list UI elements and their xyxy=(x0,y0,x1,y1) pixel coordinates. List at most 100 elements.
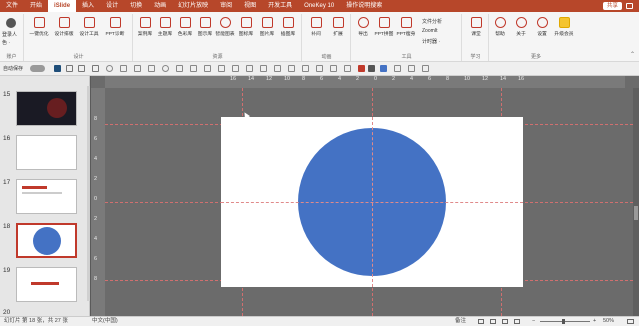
group-label: 设计 xyxy=(73,54,84,60)
autosave-toggle[interactable] xyxy=(30,65,45,72)
tab-home[interactable]: 开始 xyxy=(24,0,48,12)
horizontal-ruler[interactable]: 16 14 12 10 8 6 4 2 0 2 4 6 8 10 12 14 1… xyxy=(105,76,625,88)
slide-sorter-icon[interactable] xyxy=(490,319,496,324)
slideshow-view-icon[interactable] xyxy=(514,319,520,324)
account-label[interactable]: 登录人 xyxy=(2,31,17,38)
tab-file[interactable]: 文件 xyxy=(0,0,24,12)
redo-icon[interactable] xyxy=(78,65,85,72)
ungroup-icon[interactable] xyxy=(148,65,155,72)
settings-button[interactable]: 设置 xyxy=(532,17,552,37)
align-top-icon[interactable] xyxy=(302,65,309,72)
shape-union-icon[interactable] xyxy=(162,65,169,72)
align-icon[interactable] xyxy=(106,65,113,72)
normal-view-icon[interactable] xyxy=(478,319,484,324)
about-button[interactable]: 关于 xyxy=(511,17,531,37)
vertical-ruler[interactable]: 8 6 4 2 0 2 4 6 8 xyxy=(91,88,105,316)
ppt-puzzle-button[interactable]: PPT拼图 xyxy=(374,17,394,37)
undo-icon[interactable] xyxy=(66,65,73,72)
notes-button[interactable]: 备注 xyxy=(455,317,466,326)
send-backward-icon[interactable] xyxy=(246,65,253,72)
design-layout-button[interactable]: 设计排版 xyxy=(54,17,74,37)
thumbnail-scrollbar[interactable] xyxy=(87,86,90,301)
ppt-slim-button[interactable]: PPT瘦身 xyxy=(396,17,416,37)
diagram-library-button[interactable]: 图示库 xyxy=(195,17,215,37)
group-learn: 课堂 学习 xyxy=(463,14,489,61)
scroll-thumb[interactable] xyxy=(634,206,638,220)
tween-button[interactable]: 补间 xyxy=(306,17,326,37)
extend-button[interactable]: 扩展 xyxy=(328,17,348,37)
align-left-icon[interactable] xyxy=(260,65,267,72)
align-bottom-icon[interactable] xyxy=(330,65,337,72)
slide-thumbnail-16[interactable] xyxy=(16,135,77,170)
zoomit-button[interactable]: ZoomIt xyxy=(422,28,438,34)
color-library-button[interactable]: 色彩库 xyxy=(175,17,195,37)
theme-library-button[interactable]: 主题库 xyxy=(155,17,175,37)
shape-subtract-icon[interactable] xyxy=(218,65,225,72)
reading-view-icon[interactable] xyxy=(502,319,508,324)
help-button[interactable]: 帮助 xyxy=(490,17,510,37)
zoom-slider-handle[interactable] xyxy=(562,319,565,324)
tab-animations[interactable]: 动画 xyxy=(148,0,172,12)
slide-thumbnail-15[interactable] xyxy=(16,91,77,126)
current-slide[interactable] xyxy=(221,117,523,287)
align-center-icon[interactable] xyxy=(274,65,281,72)
align-right-icon[interactable] xyxy=(288,65,295,72)
export-button[interactable]: 导出 xyxy=(353,17,373,37)
shape-fragment-icon[interactable] xyxy=(190,65,197,72)
tab-transitions[interactable]: 切换 xyxy=(124,0,148,12)
slide-thumbnail-19[interactable] xyxy=(16,267,77,302)
share-button[interactable]: 共享 xyxy=(602,2,622,10)
zoom-slider[interactable] xyxy=(540,321,590,322)
slide-number: 16 xyxy=(3,135,11,142)
shape-fill-icon[interactable] xyxy=(380,65,387,72)
align-middle-icon[interactable] xyxy=(316,65,323,72)
start-slideshow-icon[interactable] xyxy=(92,65,99,72)
smart-chart-button[interactable]: 智能图表 xyxy=(215,17,235,37)
tab-slideshow[interactable]: 幻灯片放映 xyxy=(172,0,214,12)
bring-forward-icon[interactable] xyxy=(232,65,239,72)
collapse-ribbon-icon[interactable]: ⌃ xyxy=(630,51,635,58)
fit-to-window-icon[interactable] xyxy=(627,319,634,324)
ruler-tick: 6 xyxy=(94,256,98,262)
zoom-in-icon[interactable]: + xyxy=(593,317,596,326)
tab-design[interactable]: 设计 xyxy=(100,0,124,12)
shape-combine-icon[interactable] xyxy=(176,65,183,72)
tab-view[interactable]: 视图 xyxy=(238,0,262,12)
upgrade-member-button[interactable]: 升级会员 xyxy=(554,17,574,37)
zoom-out-icon[interactable]: − xyxy=(532,317,535,326)
tab-onekey[interactable]: OneKey 10 xyxy=(298,0,340,12)
tab-review[interactable]: 审阅 xyxy=(214,0,238,12)
shape-intersect-icon[interactable] xyxy=(204,65,211,72)
user-avatar-icon[interactable] xyxy=(6,18,16,28)
one-click-optimize-button[interactable]: 一键优化 xyxy=(29,17,49,37)
outline-icon[interactable] xyxy=(394,65,401,72)
file-analysis-button[interactable]: 文件分析 xyxy=(422,18,442,25)
fill-color-icon[interactable] xyxy=(358,65,365,72)
comments-icon[interactable] xyxy=(626,3,633,9)
format-painter-icon[interactable] xyxy=(408,65,415,72)
ppt-diagnose-button[interactable]: PPT诊断 xyxy=(105,17,125,37)
save-icon[interactable] xyxy=(54,65,61,72)
design-tools-button[interactable]: 设计工具 xyxy=(79,17,99,37)
tab-islide[interactable]: iSlide xyxy=(48,0,77,12)
star-icon xyxy=(332,17,344,28)
text-color-icon[interactable] xyxy=(368,65,375,72)
language-indicator[interactable]: 中文(中国) xyxy=(92,317,118,326)
canvas-scrollbar[interactable] xyxy=(633,88,639,316)
icon-library-button[interactable]: 图标库 xyxy=(236,17,256,37)
illustration-library-button[interactable]: 插图库 xyxy=(278,17,298,37)
timer-button[interactable]: 计时器 · xyxy=(422,38,440,45)
tab-insert[interactable]: 插入 xyxy=(76,0,100,12)
eyedropper-icon[interactable] xyxy=(344,65,351,72)
slide-thumbnail-18[interactable] xyxy=(16,223,77,258)
group-icon[interactable] xyxy=(134,65,141,72)
picture-library-button[interactable]: 图片库 xyxy=(257,17,277,37)
tab-developer[interactable]: 开发工具 xyxy=(262,0,298,12)
customize-qat-icon[interactable] xyxy=(422,65,429,72)
distribute-icon[interactable] xyxy=(120,65,127,72)
slide-thumbnail-17[interactable] xyxy=(16,179,77,214)
zoom-level[interactable]: 50% xyxy=(603,317,614,326)
case-library-button[interactable]: 案例库 xyxy=(135,17,155,37)
tell-me-search[interactable]: 操作说明搜索 xyxy=(340,0,388,12)
classroom-button[interactable]: 课堂 xyxy=(466,17,486,37)
